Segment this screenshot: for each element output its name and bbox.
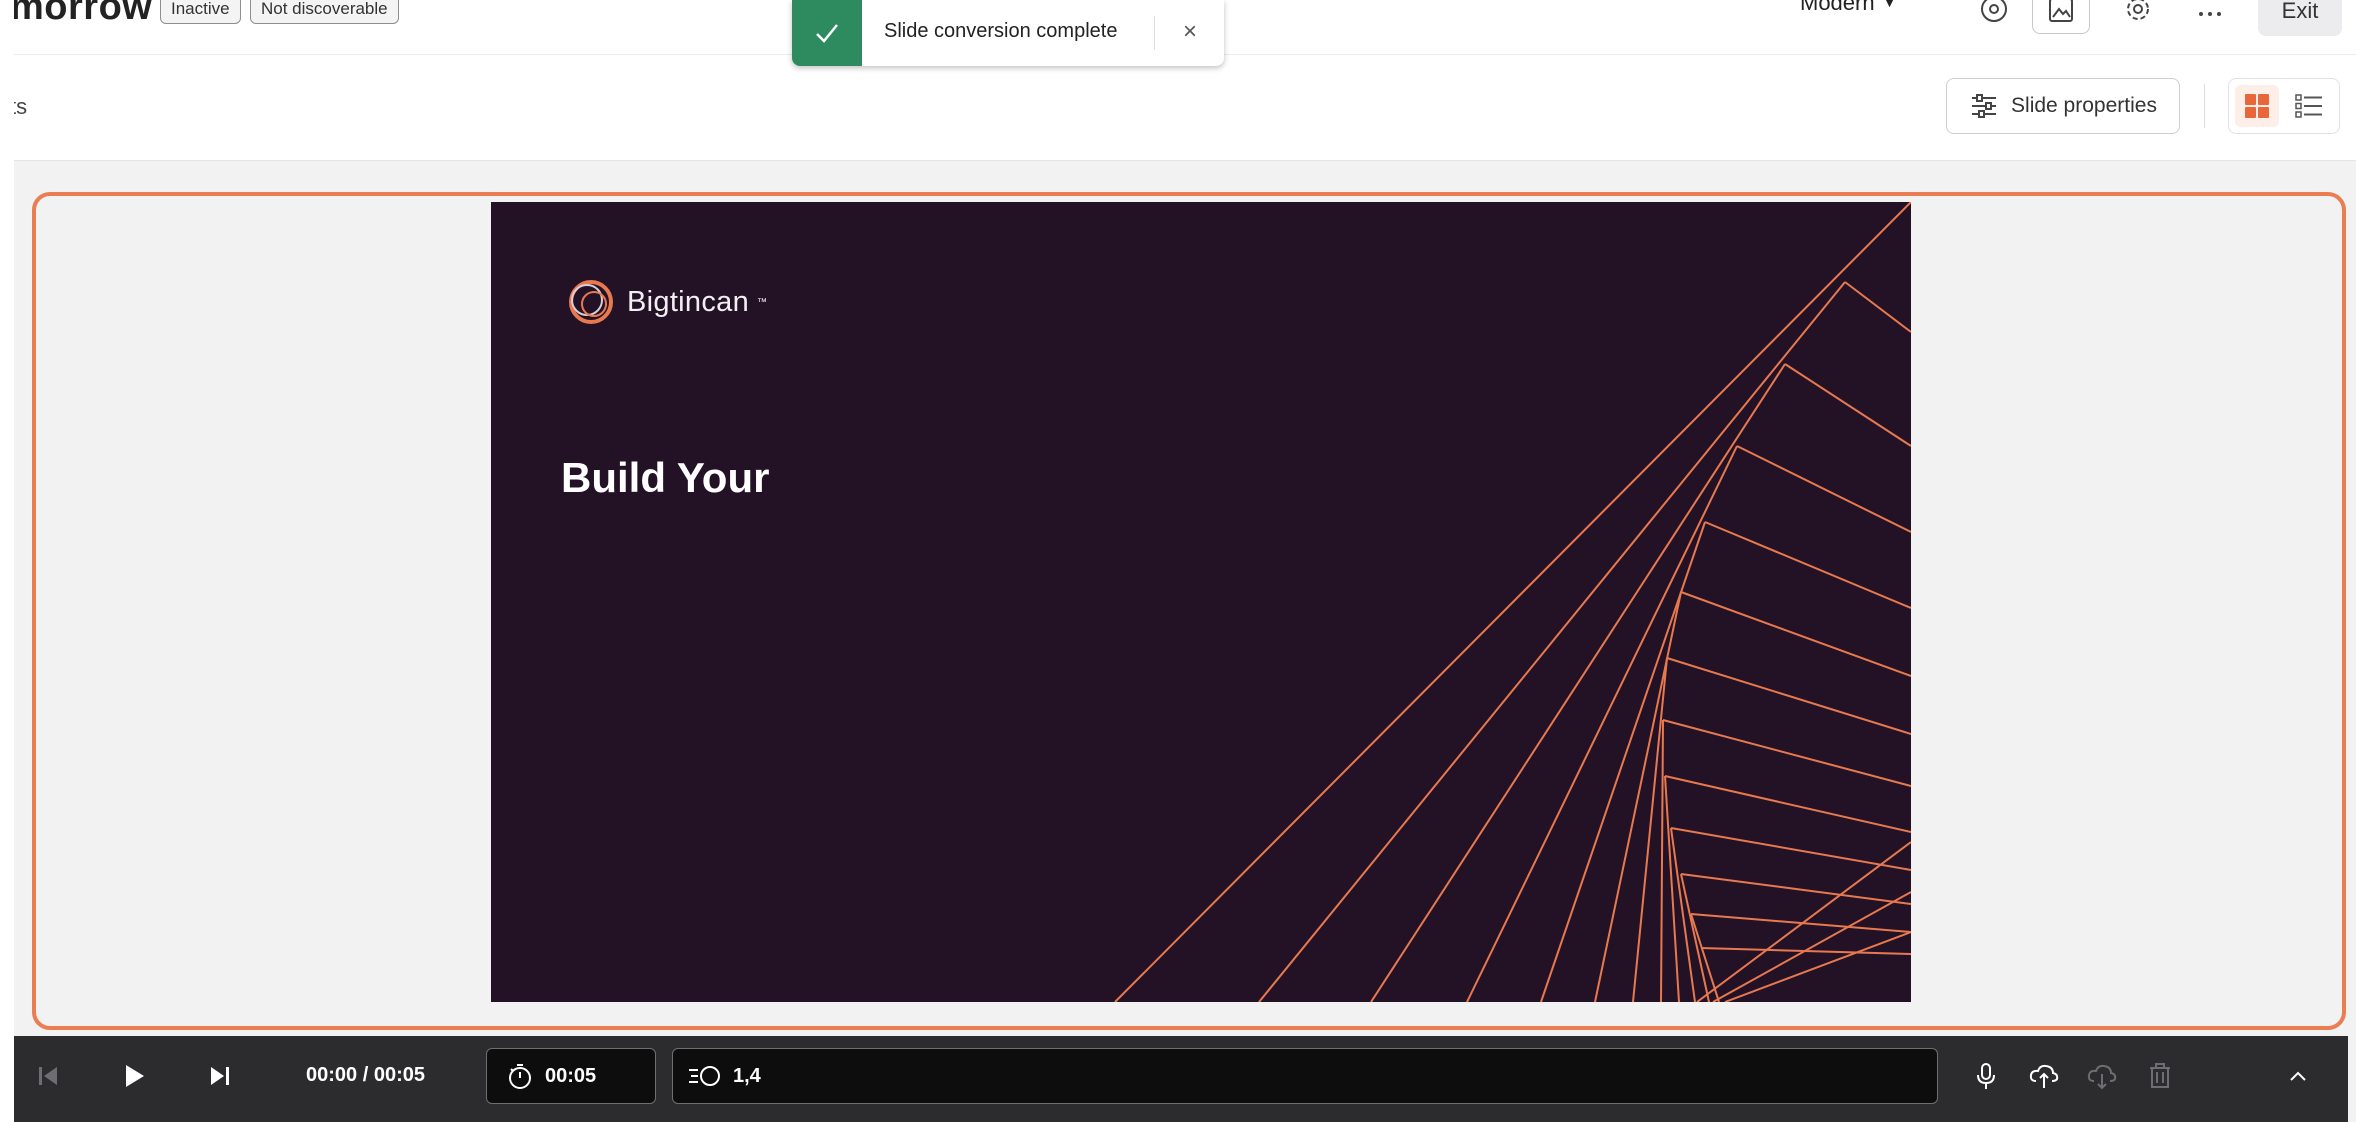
expand-panel-button[interactable] [2272, 1050, 2324, 1102]
slide-title[interactable]: Build Your [561, 454, 769, 502]
slide-properties-label: Slide properties [2011, 94, 2157, 117]
toast-close-button[interactable]: × [1168, 10, 1212, 54]
cloud-upload-icon [2029, 1064, 2059, 1088]
list-view-icon [2295, 94, 2322, 118]
image-icon [2049, 0, 2073, 22]
bigtincan-logo-icon [569, 280, 613, 324]
record-audio-button[interactable] [1960, 1050, 2012, 1102]
eye-icon [1981, 0, 2007, 22]
skip-start-icon [39, 1067, 57, 1085]
slide-logo-text: Bigtincan [627, 285, 749, 318]
cloud-download-icon [2087, 1064, 2117, 1090]
play-button[interactable] [108, 1050, 160, 1102]
download-audio-button[interactable] [2076, 1050, 2128, 1102]
exit-button[interactable]: Exit [2258, 0, 2342, 36]
slide-logo-trademark: ™ [757, 296, 767, 308]
play-icon [126, 1065, 144, 1087]
slide-duration-field[interactable]: 00:05 [486, 1048, 656, 1104]
animation-icon [689, 1066, 720, 1086]
view-toggle [2228, 78, 2340, 134]
status-badge-discoverable: Not discoverable [250, 0, 399, 24]
theme-selector[interactable]: Modern ▼ [1800, 0, 1896, 20]
animation-count-value: 1,4 [733, 1064, 761, 1087]
playback-time: 00:00 / 00:05 [306, 1064, 425, 1086]
more-button[interactable] [2182, 0, 2238, 32]
slide-canvas-frame[interactable]: Bigtincan ™ Build Your [32, 192, 2346, 1030]
chevron-up-icon [2290, 1071, 2306, 1081]
theme-selector-value: Modern [1800, 0, 1875, 15]
toast-status-strip [792, 0, 862, 66]
header-toolbar-row: ts Slide properties [14, 54, 2356, 160]
more-icon [2199, 12, 2221, 16]
skip-next-button[interactable] [194, 1050, 246, 1102]
toast-message: Slide conversion complete [884, 20, 1118, 42]
skip-to-start-button[interactable] [22, 1050, 74, 1102]
slide-duration-value: 00:05 [545, 1064, 597, 1087]
microphone-icon [1977, 1063, 1995, 1089]
toolbar-divider [2204, 84, 2205, 128]
stopwatch-icon [509, 1064, 531, 1089]
grid-view-icon [2245, 94, 2269, 118]
delete-audio-button[interactable] [2134, 1050, 2186, 1102]
settings-gear-icon [2127, 0, 2149, 20]
check-icon [816, 24, 838, 43]
playback-bar: 00:00 / 00:05 00:05 1,4 [14, 1036, 2348, 1122]
chevron-down-icon: ▼ [1882, 0, 1897, 10]
skip-next-icon [211, 1067, 229, 1085]
trash-icon [2150, 1063, 2170, 1088]
status-badge-inactive: Inactive [160, 0, 241, 24]
grid-view-button[interactable] [2235, 85, 2279, 127]
slide-preview[interactable]: Bigtincan ™ Build Your [491, 202, 1911, 1002]
app-window: morrow Inactive Not discoverable Modern ▼ [14, 0, 2356, 1122]
document-title: morrow [14, 0, 153, 28]
upload-audio-button[interactable] [2018, 1050, 2070, 1102]
settings-button[interactable] [2110, 0, 2166, 32]
toolbar-tab-label[interactable]: ts [14, 94, 27, 120]
slide-properties-button[interactable]: Slide properties [1946, 78, 2180, 134]
sliders-icon [1972, 94, 1997, 118]
preview-button[interactable] [1966, 0, 2022, 32]
toast-divider [1154, 16, 1155, 50]
list-view-button[interactable] [2287, 85, 2331, 127]
slide-logo: Bigtincan ™ [563, 274, 767, 330]
image-button[interactable] [2032, 0, 2090, 34]
success-toast: Slide conversion complete × [792, 0, 1224, 66]
animation-timeline-field[interactable]: 1,4 [672, 1048, 1938, 1104]
